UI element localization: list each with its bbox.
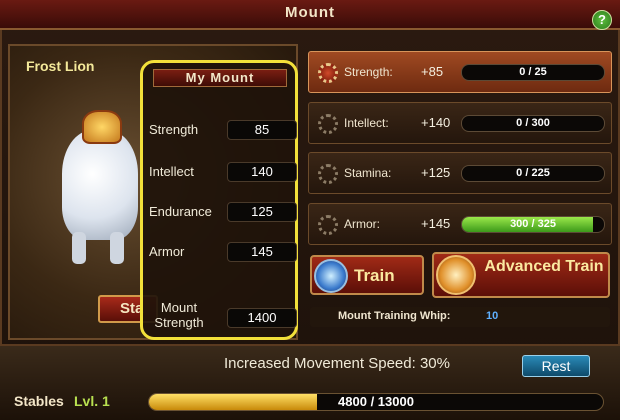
train-stat-name: Intellect: [344,116,389,130]
my-mount-row-intellect: Intellect 140 [149,162,297,184]
train-stat-name: Strength: [344,65,393,79]
select-ring-icon [318,114,338,134]
train-progress-bar: 0 / 225 [461,165,605,182]
swirl-icon [436,255,476,295]
stat-value: 85 [227,120,297,140]
rest-button[interactable]: Rest [522,355,590,377]
mount-portrait-crown [82,110,122,144]
train-stat-bonus: +85 [421,64,444,79]
stables-xp-bar: 4800 / 13000 [148,393,604,411]
stat-value: 125 [227,202,297,222]
stables-xp-text: 4800 / 13000 [338,394,414,409]
whip-label: Mount Training Whip: [338,310,451,322]
train-stat-name: Stamina: [344,166,392,180]
stat-label: Armor [149,244,185,259]
my-mount-row-armor: Armor 145 [149,242,297,264]
train-stat-armor[interactable]: Armor: +145 300 / 325 [308,203,612,245]
train-progress-bar: 0 / 25 [461,64,605,81]
my-mount-row-strength: Strength 85 [149,120,297,142]
title-bar: Mount ? [0,0,620,30]
select-ring-icon [318,215,338,235]
whip-value: 10 [486,310,499,322]
mount-portrait-leg [72,232,86,264]
stat-label: Endurance [149,204,212,219]
train-progress-text: 0 / 25 [519,66,547,78]
movement-speed-text: Increased Movement Speed: 30% [224,355,450,372]
train-progress-text: 0 / 225 [516,167,550,179]
train-stat-bonus: +145 [421,216,451,231]
stables-level: Lvl. 1 [74,393,110,409]
train-stat-strength[interactable]: Strength: +85 0 / 25 [308,51,612,93]
mount-strength-label: Mount Strength [154,300,204,330]
train-stat-name: Armor: [344,217,380,231]
whip-count-row: Mount Training Whip: 10 [310,307,610,327]
whirl-icon [314,259,348,293]
train-progress-text: 300 / 325 [510,218,556,230]
stat-label: Intellect [149,164,194,179]
my-mount-row-endurance: Endurance 125 [149,202,297,224]
select-ring-icon [318,164,338,184]
train-progress-text: 0 / 300 [516,117,550,129]
train-stat-bonus: +140 [421,115,451,130]
stat-value: 140 [227,162,297,182]
my-mount-header: My Mount [153,69,287,87]
mount-portrait-body [62,130,138,240]
train-button-label: Train [354,266,395,285]
stat-value: 145 [227,242,297,262]
window-title: Mount [285,4,335,21]
stat-label: Strength [149,122,199,137]
advanced-train-button[interactable]: Advanced Train [432,252,610,298]
select-ring-icon [318,63,338,83]
my-mount-row-mount-strength: Mount Strength 1400 [149,300,297,330]
train-stat-bonus: +125 [421,165,451,180]
train-button[interactable]: Train [310,255,424,295]
train-progress-bar: 300 / 325 [461,216,605,233]
advanced-train-label: Advanced Train [484,258,604,275]
mount-strength-value: 1400 [227,308,297,328]
train-stat-intellect[interactable]: Intellect: +140 0 / 300 [308,102,612,144]
mount-name: Frost Lion [26,58,95,74]
help-button[interactable]: ? [592,10,612,30]
mount-portrait-leg [110,232,124,264]
stables-label: Stables [14,393,64,409]
train-stat-stamina[interactable]: Stamina: +125 0 / 225 [308,152,612,194]
train-progress-bar: 0 / 300 [461,115,605,132]
mount-portrait [62,110,146,270]
my-mount-panel: My Mount Strength 85 Intellect 140 Endur… [140,60,298,340]
